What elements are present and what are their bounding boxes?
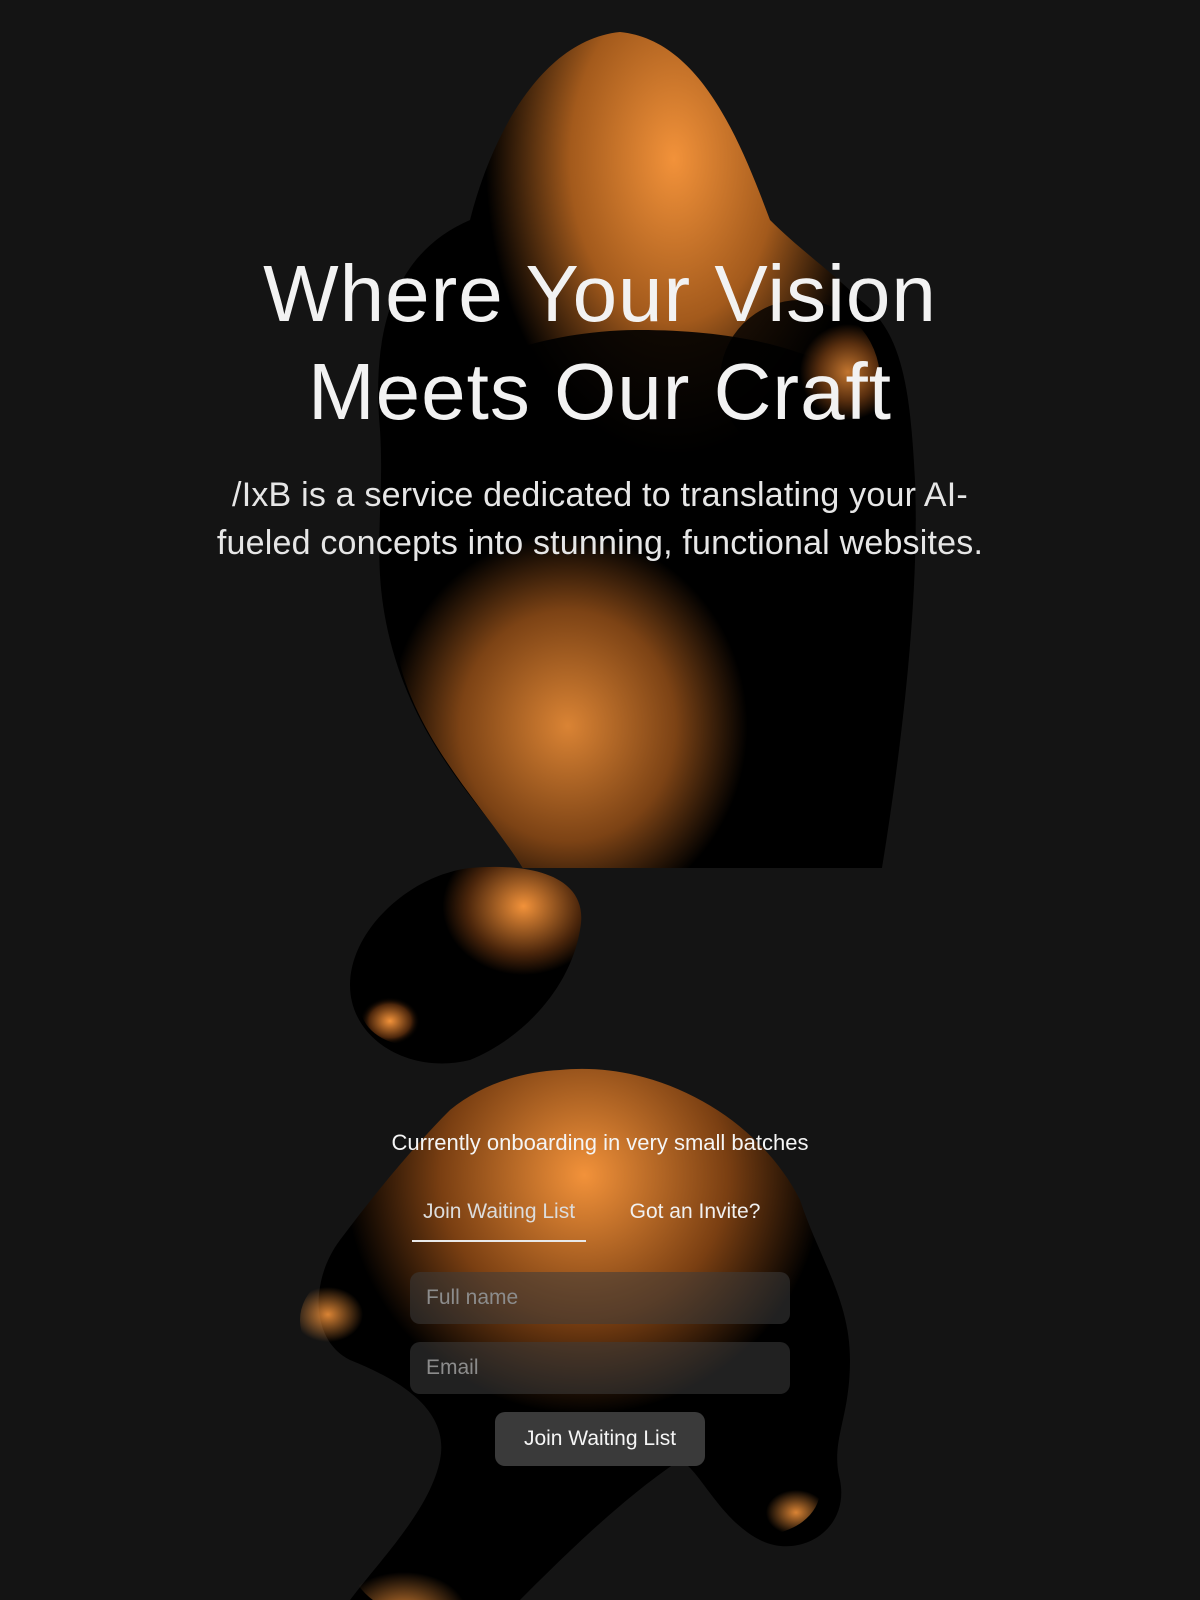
hero-section: Where Your Vision Meets Our Craft /IxB i…: [0, 245, 1200, 567]
waitlist-section: Currently onboarding in very small batch…: [0, 1128, 1200, 1466]
onboarding-note: Currently onboarding in very small batch…: [391, 1130, 809, 1155]
join-waiting-list-button[interactable]: Join Waiting List: [495, 1412, 705, 1466]
hero-subtitle: /IxB is a service dedicated to translati…: [216, 476, 984, 562]
tab-got-an-invite[interactable]: Got an Invite?: [620, 1188, 770, 1240]
hero-title: Where Your Vision Meets Our Craft: [0, 245, 1200, 441]
hero-title-line-1: Where Your Vision: [263, 249, 937, 338]
email-input[interactable]: [410, 1342, 790, 1394]
hero-title-line-2: Meets Our Craft: [307, 347, 893, 436]
waitlist-form: Join Waiting List: [410, 1272, 790, 1466]
tab-join-waiting-list[interactable]: Join Waiting List: [412, 1188, 586, 1242]
small-middle-blob-glow: [360, 965, 460, 1045]
waitlist-tabs: Join Waiting List Got an Invite?: [410, 1188, 790, 1246]
full-name-input[interactable]: [410, 1272, 790, 1324]
